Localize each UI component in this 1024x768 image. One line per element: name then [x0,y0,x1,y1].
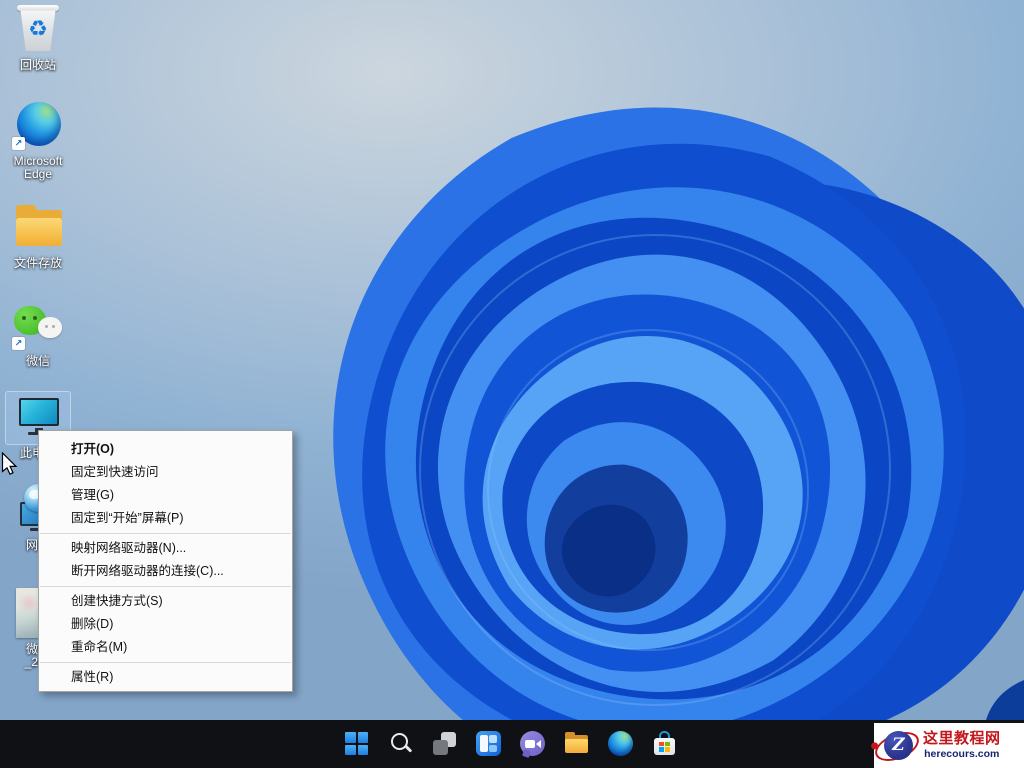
windows-logo-icon [345,732,368,755]
menu-item-disconnect-network-drive[interactable]: 断开网络驱动器的连接(C)... [39,560,292,583]
task-view-button[interactable] [432,731,457,756]
menu-item-pin-to-quick-access[interactable]: 固定到快速访问 [39,461,292,484]
desktop-icon-label: 微信 [0,355,76,368]
menu-item-create-shortcut[interactable]: 创建快捷方式(S) [39,590,292,613]
edge-swirl-icon [608,731,633,756]
recycle-symbol-icon: ♻ [6,14,70,44]
shortcut-arrow-icon: ↗ [12,337,25,350]
wechat-icon: ↗ [6,300,70,352]
desktop-icon-folder[interactable]: 文件存放 [0,202,76,270]
taskbar-center-buttons [344,731,677,756]
menu-separator [40,662,291,663]
desktop-icon-wechat[interactable]: ↗ 微信 [0,300,76,368]
menu-separator [40,533,291,534]
watermark-site-name: 这里教程网 [923,731,1001,747]
overlapping-windows-icon [432,731,457,756]
desktop-icon-label: 回收站 [0,59,76,72]
folder-icon [564,731,589,756]
watermark: Z 这里教程网 herecours.com [874,723,1024,768]
store-button[interactable] [652,731,677,756]
magnifier-icon [388,731,413,756]
menu-item-manage[interactable]: 管理(G) [39,484,292,507]
folder-icon [6,202,70,254]
shortcut-arrow-icon: ↗ [12,137,25,150]
edge-button[interactable] [608,731,633,756]
file-explorer-button[interactable] [564,731,589,756]
mouse-cursor-icon [1,452,18,476]
watermark-circle-icon: Z [884,731,913,760]
search-button[interactable] [388,731,413,756]
menu-item-map-network-drive[interactable]: 映射网络驱动器(N)... [39,537,292,560]
menu-item-properties[interactable]: 属性(R) [39,666,292,689]
watermark-text: 这里教程网 herecours.com [923,731,1001,760]
menu-item-open[interactable]: 打开(O) [39,438,292,461]
edge-icon: ↗ [6,100,70,152]
menu-item-rename[interactable]: 重命名(M) [39,636,292,659]
desktop-icon-microsoft-edge[interactable]: ↗ Microsoft Edge [0,100,76,181]
desktop-icon-label: 文件存放 [0,257,76,270]
watermark-site-url: herecours.com [923,749,1001,760]
video-chat-bubble-icon [520,731,545,756]
menu-separator [40,586,291,587]
desktop-icon-recycle-bin[interactable]: ♻ 回收站 [0,4,76,72]
context-menu: 打开(O) 固定到快速访问 管理(G) 固定到“开始”屏幕(P) 映射网络驱动器… [38,430,293,692]
chat-button[interactable] [520,731,545,756]
shopping-bag-icon [652,731,677,756]
widgets-panel-icon [476,731,501,756]
desktop-icon-label: Microsoft Edge [0,155,76,181]
start-button[interactable] [344,731,369,756]
watermark-logo-icon: Z [876,726,920,766]
menu-item-delete[interactable]: 删除(D) [39,613,292,636]
widgets-button[interactable] [476,731,501,756]
menu-item-pin-to-start[interactable]: 固定到“开始”屏幕(P) [39,507,292,530]
recycle-bin-icon: ♻ [6,4,70,56]
